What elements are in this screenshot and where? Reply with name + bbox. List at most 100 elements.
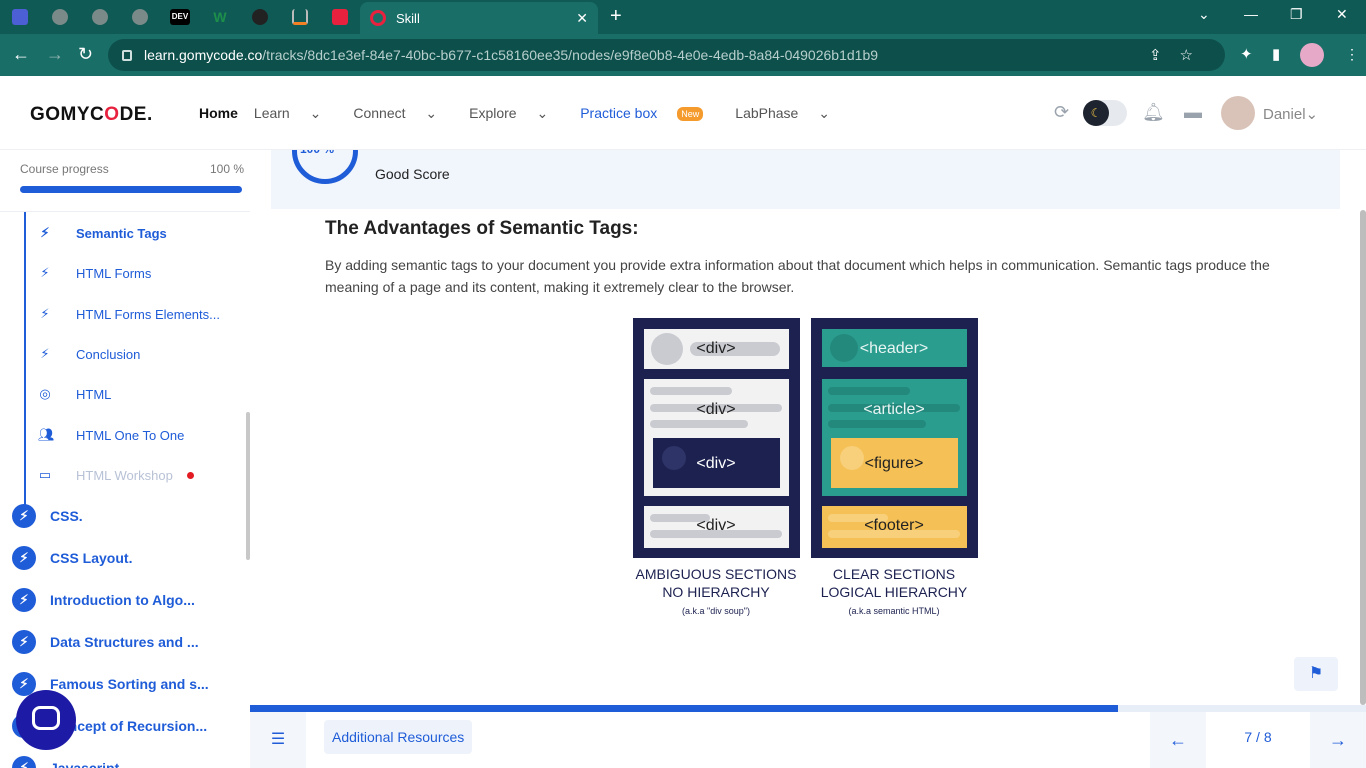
active-tab[interactable]: Skill ✕	[360, 2, 598, 34]
div-tag-3: <div>	[696, 455, 735, 472]
side-panel-icon[interactable]: ▮	[1272, 45, 1280, 63]
report-flag-button[interactable]: ⚑	[1294, 657, 1338, 691]
divider	[0, 211, 250, 212]
lesson-list-button[interactable]: ☰	[250, 712, 306, 768]
sidebar-item-html[interactable]: ◎ HTML	[38, 386, 111, 402]
new-tab-icon[interactable]: +	[610, 6, 622, 26]
sidebar-module-intro-algo[interactable]: ⚡︎ Introduction to Algo...	[12, 588, 195, 612]
tab-search-icon[interactable]: ⌄	[1198, 6, 1210, 23]
pinned-tab[interactable]	[320, 0, 360, 34]
div-tag-1: <div>	[696, 340, 735, 357]
sidebar-item-html-forms[interactable]: ⚡︎ HTML Forms	[38, 265, 151, 281]
people-icon: 👥︎	[38, 427, 55, 442]
chat-bubble-icon	[32, 706, 60, 730]
chevron-down-icon: ⌄	[1305, 106, 1319, 123]
minimize-icon[interactable]: —	[1244, 6, 1258, 22]
sidebar-item-html-one-to-one[interactable]: 👥︎ HTML One To One	[38, 427, 184, 443]
sidebar: Course progress 100 % ⚡︎ Semantic Tags ⚡︎…	[0, 150, 250, 768]
page-indicator: 7 / 8	[1244, 729, 1272, 745]
list-icon: ☰	[270, 731, 286, 748]
gomycode-logo[interactable]: GOMYCODE.	[30, 104, 153, 126]
bolt-icon: ⚡︎	[12, 546, 36, 570]
main-scrollbar[interactable]	[1360, 210, 1366, 705]
bolt-icon: ⚡︎	[12, 756, 36, 768]
github-icon	[252, 9, 268, 25]
gomycode-favicon-icon	[370, 10, 386, 26]
url-path: /tracks/8dc1e3ef-84e7-40bc-b677-c1c58160…	[262, 47, 879, 63]
previous-button[interactable]: ←	[1150, 712, 1206, 768]
pinned-tab[interactable]	[240, 0, 280, 34]
workshop-icon: ▭	[38, 467, 52, 482]
lock-icon	[122, 49, 132, 61]
url-input[interactable]: learn.gomycode.co/tracks/8dc1e3ef-84e7-4…	[108, 39, 1225, 71]
div-tag-2: <div>	[696, 401, 735, 418]
nav-practice-box[interactable]: Practice box New	[580, 105, 719, 122]
star-icon[interactable]: ☆	[1180, 47, 1211, 64]
right-caption-2: LOGICAL HIERARCHY	[821, 584, 968, 600]
restore-icon[interactable]: ❐	[1290, 6, 1303, 23]
chevron-down-icon: ⌄	[309, 105, 322, 121]
sidebar-item-html-forms-elements[interactable]: ⚡︎ HTML Forms Elements...	[38, 306, 220, 322]
dev-icon: DEV	[170, 9, 190, 25]
nav-labphase[interactable]: LabPhase ⌄	[735, 105, 846, 122]
user-menu[interactable]: Daniel⌄	[1263, 105, 1318, 123]
reload-icon[interactable]: ↻	[78, 44, 93, 65]
pinned-tab[interactable]	[0, 0, 40, 34]
sidebar-module-css[interactable]: ⚡︎ CSS.	[12, 504, 83, 528]
footer-tag: <footer>	[864, 517, 924, 534]
extensions-icon[interactable]: ✦	[1240, 45, 1253, 63]
course-progress-bar	[20, 186, 242, 193]
right-caption-3: (a.k.a semantic HTML)	[848, 606, 939, 616]
sidebar-item-conclusion[interactable]: ⚡︎ Conclusion	[38, 346, 140, 362]
bolt-icon: ⚡︎	[40, 265, 50, 280]
forward-icon[interactable]: →	[46, 44, 64, 65]
url-domain: learn.gomycode.co	[144, 47, 263, 63]
additional-resources-button[interactable]: Additional Resources	[324, 720, 473, 754]
sync-icon[interactable]: ⟳	[1054, 102, 1069, 123]
chevron-down-icon: ⌄	[425, 105, 438, 121]
pinned-tab[interactable]	[40, 0, 80, 34]
figure-tag: <figure>	[865, 455, 924, 472]
sidebar-module-css-layout[interactable]: ⚡︎ CSS Layout.	[12, 546, 132, 570]
close-window-icon[interactable]: ✕	[1336, 6, 1348, 23]
sidebar-item-semantic-tags[interactable]: ⚡︎ Semantic Tags	[38, 225, 166, 241]
nav-learn[interactable]: Learn ⌄	[254, 105, 337, 122]
sidebar-item-html-workshop[interactable]: ▭ HTML Workshop	[38, 467, 194, 483]
section-paragraph: By adding semantic tags to your document…	[325, 257, 1270, 295]
avatar[interactable]	[1221, 96, 1255, 130]
sidebar-module-javascript[interactable]: ⚡︎ Javascript	[12, 756, 119, 768]
sidebar-scrollbar[interactable]	[246, 412, 250, 560]
support-chat-button[interactable]	[16, 690, 76, 750]
lesson-progress-track	[1118, 705, 1366, 712]
div-tag-4: <div>	[696, 517, 735, 534]
nav-connect[interactable]: Connect ⌄	[353, 105, 453, 122]
sidebar-module-data-structures[interactable]: ⚡︎ Data Structures and ...	[12, 630, 199, 654]
stack-icon	[292, 9, 308, 25]
bolt-icon: ⚡︎	[40, 346, 50, 361]
nav-home[interactable]: Home	[199, 105, 238, 122]
tab-title: Skill	[396, 10, 420, 26]
address-bar: ← → ↻ learn.gomycode.co/tracks/8dc1e3ef-…	[0, 34, 1366, 76]
bolt-icon: ⚡︎	[40, 306, 50, 321]
arrow-right-icon: →	[1329, 730, 1347, 750]
menu-icon[interactable]: ⋮	[1345, 46, 1359, 63]
pinned-tab[interactable]	[80, 0, 120, 34]
dark-mode-toggle[interactable]: ☾	[1083, 100, 1127, 126]
profile-avatar[interactable]	[1300, 43, 1324, 67]
pinned-tab[interactable]: DEV	[160, 0, 200, 34]
pinned-tab[interactable]: W	[200, 0, 240, 34]
article-tag: <article>	[863, 401, 924, 418]
chat-icon[interactable]: ▬	[1184, 102, 1202, 123]
back-icon[interactable]: ←	[12, 44, 30, 65]
close-tab-icon[interactable]: ✕	[576, 10, 588, 27]
bell-icon[interactable]: 🔔︎	[1142, 102, 1165, 123]
pinned-tab[interactable]	[120, 0, 160, 34]
pinned-tab[interactable]	[280, 0, 320, 34]
nav-explore[interactable]: Explore ⌄	[469, 105, 564, 122]
next-button[interactable]: →	[1310, 712, 1366, 768]
new-badge: New	[677, 107, 704, 122]
share-icon[interactable]: ⇪	[1149, 47, 1180, 64]
globe-icon	[52, 9, 68, 25]
globe-icon	[92, 9, 108, 25]
bolt-icon: ⚡︎	[12, 588, 36, 612]
